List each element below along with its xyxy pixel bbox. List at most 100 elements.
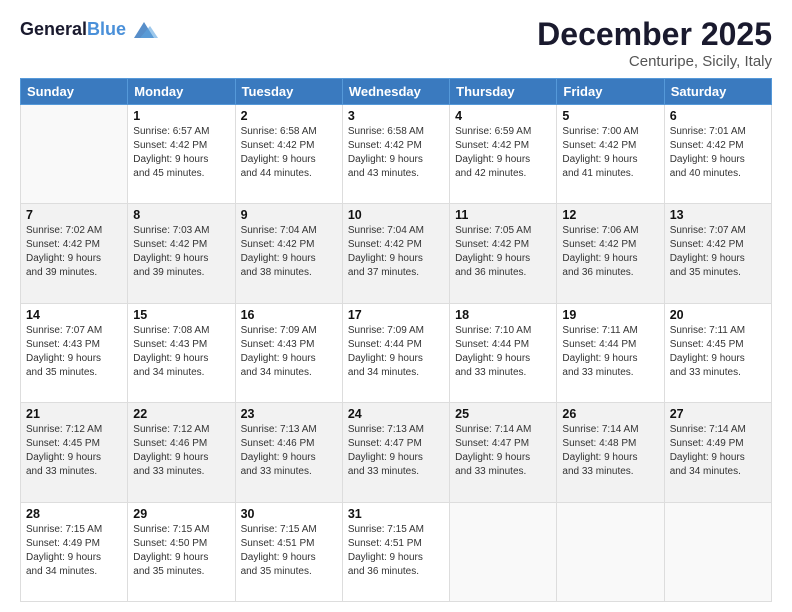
- cell-info: Sunrise: 7:15 AM Sunset: 4:49 PM Dayligh…: [26, 523, 122, 579]
- day-number: 22: [133, 407, 229, 421]
- day-number: 31: [348, 507, 444, 521]
- calendar-cell: 11 Sunrise: 7:05 AM Sunset: 4:42 PM Dayli…: [450, 204, 557, 303]
- day-number: 27: [670, 407, 766, 421]
- day-number: 21: [26, 407, 122, 421]
- day-number: 16: [241, 308, 337, 322]
- calendar-cell: 5 Sunrise: 7:00 AM Sunset: 4:42 PM Daylig…: [557, 105, 664, 204]
- day-number: 5: [562, 109, 658, 123]
- calendar-header-monday: Monday: [128, 79, 235, 105]
- day-number: 2: [241, 109, 337, 123]
- day-number: 11: [455, 208, 551, 222]
- day-number: 29: [133, 507, 229, 521]
- day-number: 4: [455, 109, 551, 123]
- cell-info: Sunrise: 7:14 AM Sunset: 4:49 PM Dayligh…: [670, 423, 766, 479]
- calendar-cell: 1Sunrise: 6:57 AM Sunset: 4:42 PM Daylig…: [128, 105, 235, 204]
- calendar-header-friday: Friday: [557, 79, 664, 105]
- cell-info: Sunrise: 7:12 AM Sunset: 4:46 PM Dayligh…: [133, 423, 229, 479]
- calendar-cell: [450, 502, 557, 601]
- cell-info: Sunrise: 6:59 AM Sunset: 4:42 PM Dayligh…: [455, 125, 551, 181]
- cell-info: Sunrise: 7:00 AM Sunset: 4:42 PM Dayligh…: [562, 125, 658, 181]
- page: GeneralBlue December 2025 Centuripe, Sic…: [0, 0, 792, 612]
- month-title: December 2025: [537, 16, 772, 53]
- calendar-header-sunday: Sunday: [21, 79, 128, 105]
- title-block: December 2025 Centuripe, Sicily, Italy: [537, 16, 772, 70]
- cell-info: Sunrise: 7:01 AM Sunset: 4:42 PM Dayligh…: [670, 125, 766, 181]
- day-number: 6: [670, 109, 766, 123]
- cell-info: Sunrise: 7:14 AM Sunset: 4:48 PM Dayligh…: [562, 423, 658, 479]
- day-number: 1: [133, 109, 229, 123]
- logo-icon: [130, 16, 158, 44]
- calendar-cell: 6 Sunrise: 7:01 AM Sunset: 4:42 PM Daylig…: [664, 105, 771, 204]
- day-number: 13: [670, 208, 766, 222]
- calendar-cell: 3 Sunrise: 6:58 AM Sunset: 4:42 PM Daylig…: [342, 105, 449, 204]
- calendar-week-row: 7 Sunrise: 7:02 AM Sunset: 4:42 PM Daylig…: [21, 204, 772, 303]
- calendar-cell: 7 Sunrise: 7:02 AM Sunset: 4:42 PM Daylig…: [21, 204, 128, 303]
- calendar-cell: [664, 502, 771, 601]
- calendar-cell: 12Sunrise: 7:06 AM Sunset: 4:42 PM Dayli…: [557, 204, 664, 303]
- cell-info: Sunrise: 6:58 AM Sunset: 4:42 PM Dayligh…: [348, 125, 444, 181]
- calendar-cell: 14 Sunrise: 7:07 AM Sunset: 4:43 PM Dayli…: [21, 303, 128, 402]
- logo: GeneralBlue: [20, 16, 158, 44]
- day-number: 20: [670, 308, 766, 322]
- calendar-header-row: SundayMondayTuesdayWednesdayThursdayFrid…: [21, 79, 772, 105]
- calendar-cell: 20Sunrise: 7:11 AM Sunset: 4:45 PM Dayli…: [664, 303, 771, 402]
- cell-info: Sunrise: 7:15 AM Sunset: 4:50 PM Dayligh…: [133, 523, 229, 579]
- day-number: 30: [241, 507, 337, 521]
- day-number: 10: [348, 208, 444, 222]
- day-number: 23: [241, 407, 337, 421]
- cell-info: Sunrise: 7:13 AM Sunset: 4:47 PM Dayligh…: [348, 423, 444, 479]
- day-number: 28: [26, 507, 122, 521]
- logo-text: GeneralBlue: [20, 20, 126, 40]
- calendar-cell: 31 Sunrise: 7:15 AM Sunset: 4:51 PM Dayli…: [342, 502, 449, 601]
- day-number: 26: [562, 407, 658, 421]
- cell-info: Sunrise: 7:12 AM Sunset: 4:45 PM Dayligh…: [26, 423, 122, 479]
- cell-info: Sunrise: 7:09 AM Sunset: 4:43 PM Dayligh…: [241, 324, 337, 380]
- calendar-cell: 13 Sunrise: 7:07 AM Sunset: 4:42 PM Dayli…: [664, 204, 771, 303]
- calendar-header-saturday: Saturday: [664, 79, 771, 105]
- day-number: 7: [26, 208, 122, 222]
- cell-info: Sunrise: 7:04 AM Sunset: 4:42 PM Dayligh…: [241, 224, 337, 280]
- cell-info: Sunrise: 7:03 AM Sunset: 4:42 PM Dayligh…: [133, 224, 229, 280]
- cell-info: Sunrise: 7:07 AM Sunset: 4:43 PM Dayligh…: [26, 324, 122, 380]
- calendar-week-row: 28 Sunrise: 7:15 AM Sunset: 4:49 PM Dayli…: [21, 502, 772, 601]
- calendar-cell: 10 Sunrise: 7:04 AM Sunset: 4:42 PM Dayli…: [342, 204, 449, 303]
- cell-info: Sunrise: 7:07 AM Sunset: 4:42 PM Dayligh…: [670, 224, 766, 280]
- day-number: 9: [241, 208, 337, 222]
- day-number: 18: [455, 308, 551, 322]
- day-number: 19: [562, 308, 658, 322]
- calendar-header-tuesday: Tuesday: [235, 79, 342, 105]
- day-number: 15: [133, 308, 229, 322]
- day-number: 3: [348, 109, 444, 123]
- calendar-cell: 25Sunrise: 7:14 AM Sunset: 4:47 PM Dayli…: [450, 403, 557, 502]
- calendar-header-thursday: Thursday: [450, 79, 557, 105]
- cell-info: Sunrise: 7:08 AM Sunset: 4:43 PM Dayligh…: [133, 324, 229, 380]
- day-number: 17: [348, 308, 444, 322]
- calendar-cell: 4 Sunrise: 6:59 AM Sunset: 4:42 PM Daylig…: [450, 105, 557, 204]
- day-number: 14: [26, 308, 122, 322]
- calendar-cell: 16 Sunrise: 7:09 AM Sunset: 4:43 PM Dayli…: [235, 303, 342, 402]
- calendar-cell: 15 Sunrise: 7:08 AM Sunset: 4:43 PM Dayli…: [128, 303, 235, 402]
- calendar-cell: [21, 105, 128, 204]
- day-number: 24: [348, 407, 444, 421]
- calendar-cell: 22 Sunrise: 7:12 AM Sunset: 4:46 PM Dayli…: [128, 403, 235, 502]
- cell-info: Sunrise: 7:05 AM Sunset: 4:42 PM Dayligh…: [455, 224, 551, 280]
- calendar-cell: 29 Sunrise: 7:15 AM Sunset: 4:50 PM Dayli…: [128, 502, 235, 601]
- calendar-cell: 8Sunrise: 7:03 AM Sunset: 4:42 PM Daylig…: [128, 204, 235, 303]
- calendar-cell: 9 Sunrise: 7:04 AM Sunset: 4:42 PM Daylig…: [235, 204, 342, 303]
- calendar-cell: 21 Sunrise: 7:12 AM Sunset: 4:45 PM Dayli…: [21, 403, 128, 502]
- calendar-cell: 27 Sunrise: 7:14 AM Sunset: 4:49 PM Dayli…: [664, 403, 771, 502]
- calendar-week-row: 1Sunrise: 6:57 AM Sunset: 4:42 PM Daylig…: [21, 105, 772, 204]
- cell-info: Sunrise: 7:13 AM Sunset: 4:46 PM Dayligh…: [241, 423, 337, 479]
- calendar-header-wednesday: Wednesday: [342, 79, 449, 105]
- location: Centuripe, Sicily, Italy: [537, 53, 772, 70]
- cell-info: Sunrise: 6:58 AM Sunset: 4:42 PM Dayligh…: [241, 125, 337, 181]
- cell-info: Sunrise: 7:04 AM Sunset: 4:42 PM Dayligh…: [348, 224, 444, 280]
- calendar-cell: 18 Sunrise: 7:10 AM Sunset: 4:44 PM Dayli…: [450, 303, 557, 402]
- cell-info: Sunrise: 7:10 AM Sunset: 4:44 PM Dayligh…: [455, 324, 551, 380]
- calendar-cell: 30Sunrise: 7:15 AM Sunset: 4:51 PM Dayli…: [235, 502, 342, 601]
- cell-info: Sunrise: 7:02 AM Sunset: 4:42 PM Dayligh…: [26, 224, 122, 280]
- calendar-cell: [557, 502, 664, 601]
- calendar-cell: 2 Sunrise: 6:58 AM Sunset: 4:42 PM Daylig…: [235, 105, 342, 204]
- cell-info: Sunrise: 7:15 AM Sunset: 4:51 PM Dayligh…: [348, 523, 444, 579]
- calendar-week-row: 14 Sunrise: 7:07 AM Sunset: 4:43 PM Dayli…: [21, 303, 772, 402]
